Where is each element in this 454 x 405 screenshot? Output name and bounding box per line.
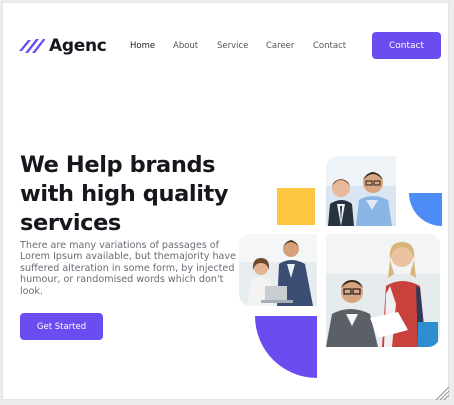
team-at-laptop-photo [239,234,317,306]
brand-name: Agenc [49,36,107,56]
logo-stripes-icon [19,39,45,53]
hero-title-line-3: services [20,210,121,236]
hero-title: We Help brands with high quality service… [20,151,250,238]
hero-title-line-2: with high quality [20,181,229,207]
nav-contact[interactable]: Contact [313,41,346,51]
smiling-colleagues-photo [326,234,440,347]
nav-about[interactable]: About [173,41,198,51]
nav-home[interactable]: Home [130,41,155,51]
nav-service[interactable]: Service [217,41,248,51]
nav-career[interactable]: Career [266,41,294,51]
yellow-square-decoration [277,188,315,225]
hero-description: There are many variations of passages of… [20,240,236,297]
purple-quarter-circle-decoration [255,316,317,378]
hero-title-line-1: We Help brands [20,152,216,178]
two-businessmen-photo [326,156,396,226]
contact-button[interactable]: Contact [372,32,441,59]
landing-page: Agenc Home About Service Career Contact … [2,2,449,400]
brand-logo[interactable]: Agenc [19,37,107,55]
blue-quarter-circle-decoration [409,193,442,226]
get-started-button[interactable]: Get Started [20,313,103,340]
resize-grip-icon[interactable] [432,383,450,401]
